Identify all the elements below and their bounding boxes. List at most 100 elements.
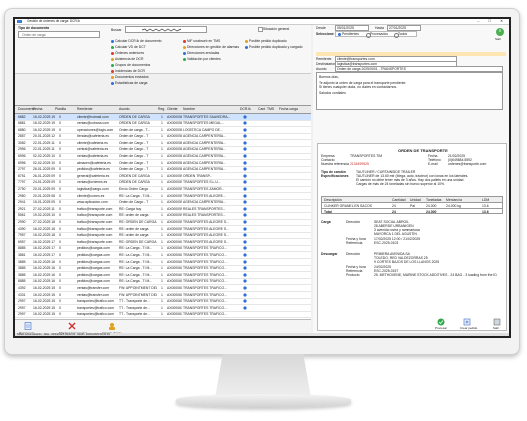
doc-type-field[interactable]: Orden de carga [18, 31, 100, 38]
toolbar-link[interactable]: Documentos enviados [111, 75, 149, 79]
table-cell: AX0000604 [167, 266, 182, 271]
toolbar-link[interactable]: Validación por clientes [183, 57, 221, 61]
table-row[interactable]: 2996 22-01-2025 11:02 0 central@cafeteria.e… [15, 147, 311, 154]
table-row[interactable]: 6881 16-02-2025 19:31 0 ventas@cobana.com OR… [15, 121, 311, 128]
column-header[interactable]: Cant [258, 107, 265, 111]
hasta-label: Hasta [375, 26, 384, 30]
table-row[interactable]: 8885 16-02-2025 16:10 0 pedidos@cargas.com R… [15, 279, 311, 286]
table-cell: transportes@trafico.com [77, 299, 114, 304]
column-header[interactable]: Remitente [77, 107, 92, 111]
order-document-preview: ORDEN DE TRANSPORTE Empresa TRANSPORTES … [317, 143, 507, 331]
table-row[interactable]: 3885 16-02-2025 16:41 0 pedidos@cargas.com R… [15, 266, 311, 273]
toolbar-link[interactable]: Incidencias de DCR [111, 69, 145, 73]
document-action[interactable]: Documento [19, 322, 34, 335]
table-cell: 3082 [18, 140, 26, 145]
table-cell: 0 [59, 114, 61, 119]
toolbar-link[interactable]: Órdenes anteriores [111, 51, 144, 55]
table-row[interactable]: 4331 16-02-2025 15:42 0 ventas@transfer.com… [15, 292, 311, 299]
table-cell: 1 [161, 200, 163, 205]
column-header[interactable]: Cliente [167, 107, 178, 111]
table-cell: 0 [59, 121, 61, 126]
table-cell: 16-02-2025 18:03 [33, 233, 55, 238]
column-header[interactable]: Nombre [183, 107, 195, 111]
create-order-icon [463, 318, 471, 326]
procesar-button[interactable]: Procesar [435, 318, 447, 330]
table-cell: TRANSPORTES ALEGRE S... [183, 226, 229, 231]
table-cell: pedidos@cargas.com [77, 272, 110, 277]
table-row[interactable]: 2797 26-01-2025 09:38 0 pedidos@cafeteria.e… [15, 167, 311, 174]
salir-button[interactable]: Salir [493, 318, 501, 330]
column-header[interactable]: Fecha carga [279, 107, 298, 111]
column-header[interactable]: DCR.lk [240, 107, 251, 111]
toolbar-link[interactable]: Posible pedido duplicado [245, 39, 287, 43]
column-header[interactable]: Reg. [158, 107, 165, 111]
table-row[interactable]: 4390 16-02-2025 18:05 0 trafico@transporte.… [15, 226, 311, 233]
table-row[interactable]: 4392 16-02-2025 15:55 0 ventas@transfer.com… [15, 285, 311, 293]
table-cell: TRANSPORTES TRAFICO... [183, 279, 227, 284]
column-header[interactable]: Asunto [119, 107, 130, 111]
delete-documents-action[interactable]: Eliminar documentos [59, 322, 87, 335]
dcr-status-icon [243, 141, 247, 146]
crear-pedido-button[interactable]: Crear pedido [460, 318, 477, 330]
table-row[interactable]: 8751 26-01-2025 09:32 0 general@cafeteria.e… [15, 173, 311, 180]
search-label: Buscar [111, 28, 122, 32]
column-header[interactable]: Planilla [55, 107, 66, 111]
table-row[interactable]: 2990 27-02-2025 18:17 0 trafico@transporte.… [15, 220, 311, 227]
table-cell: AGENCIA CARPENTERÍA... [183, 140, 226, 145]
table-row[interactable]: 2997 16-02-2025 15:30 0 transportes@trafico… [15, 299, 311, 306]
toolbar-link[interactable]: Calcular DCR.lk de documento [111, 39, 162, 43]
table-cell: operaciones@logis.com [77, 127, 114, 132]
table-row[interactable]: 7797 24-01-2025 09:21 0 ventas@ordenes.es OR… [15, 180, 311, 187]
table-row[interactable]: 8885 16-02-2025 17:31 0 pedidos@cargas.com R… [15, 246, 311, 253]
table-row[interactable]: 2950 20-01-2025 08:57 0 cliente@correo.es RE… [15, 193, 311, 200]
table-cell: 1 [161, 167, 163, 172]
toolbar-link[interactable]: Direcciones en gestión de alarmas [183, 45, 239, 49]
table-cell: TRANSPORTES ALEGRE S... [183, 239, 229, 244]
toolbar-link[interactable]: Posible pedido duplicado y cargado [245, 45, 303, 49]
email-body-line: Buenos días, [319, 75, 339, 79]
table-row[interactable]: 2997 16-02-2025 15:18 0 transportes@trafico… [15, 305, 311, 312]
table-row[interactable]: 2997 16-02-2025 15:04 0 transportes@trafico… [15, 312, 311, 319]
table-row[interactable]: 2921 27-02-2025 11:44 0 trafico@transporte.… [15, 206, 311, 213]
link-bullet-icon [111, 81, 114, 85]
search-input[interactable] [125, 26, 207, 33]
goods-table-cell: 24.000 kg [446, 203, 461, 208]
link-bullet-icon [111, 57, 114, 61]
table-row[interactable]: 3885 16-02-2025 16:57 0 pedidos@cargas.com R… [15, 259, 311, 266]
table-row[interactable]: 6880 16-02-2025 19:02 0 operaciones@logis.c… [15, 127, 311, 134]
table-row[interactable]: 6996 02-02-2025 10:54 0 ventas@cafeteria.es… [15, 154, 311, 161]
toolbar-link[interactable]: Calcular VD de DCT [111, 45, 146, 49]
toolbar-link[interactable]: Direcciones enviadas [183, 51, 219, 55]
table-row[interactable]: 5561 19-02-2025 10:09 0 trafico@transporte.… [15, 213, 311, 220]
table-row[interactable]: 3885 16-02-2025 16:22 0 pedidos@cargas.com R… [15, 272, 311, 279]
table-row[interactable]: 7957 16-02-2025 18:03 0 trafico@transporte.… [15, 233, 311, 240]
link-bullet-icon [111, 63, 114, 67]
table-row[interactable]: 3082 22-01-2025 11:21 0 cliente@cafeteria.e… [15, 140, 311, 147]
table-row[interactable]: 6957 16-02-2025 17:44 0 trafico@transporte.… [15, 239, 311, 246]
toolbar-link[interactable]: Estadísticas de carga [111, 81, 147, 85]
table-row[interactable]: 2857 20-01-2025 12:44 0 tiendas@cafeteria.e… [15, 134, 311, 141]
app-icon [17, 20, 22, 23]
radio-pendientes[interactable] [338, 32, 341, 36]
table-cell: TRANSPORTES SAAVEDRA... [183, 114, 231, 119]
column-header[interactable]: TMS [267, 107, 274, 111]
assign-client-action[interactable]: Asignar cliente [102, 322, 122, 335]
table-row[interactable]: 6996 02-02-2025 10:49 0 almacen@cafeteria.e… [15, 160, 311, 167]
window-controls[interactable]: – ☐ ✕ [477, 19, 507, 24]
toolbar-link[interactable]: Asistencia de DCR [111, 57, 143, 61]
table-cell: 27-02-2025 11:44 [33, 206, 55, 211]
table-cell: 0 [59, 173, 61, 178]
table-row[interactable]: 3881 16-02-2025 17:20 0 pedidos@cargas.com R… [15, 252, 311, 260]
salir-top-button[interactable]: Salir [495, 27, 505, 41]
email-body[interactable]: Buenos días, Te adjunto la orden de carg… [316, 72, 503, 110]
grid-rows: 6882 16-02-2025 19:44 0 cliente@hotmail.com… [15, 114, 311, 336]
column-header[interactable]: Fecha [33, 107, 42, 111]
toolbar-link[interactable]: NIF unabsorb en TMS [183, 39, 220, 43]
table-cell: AX0000609 [167, 299, 182, 304]
table-row[interactable]: 6882 16-02-2025 19:44 0 cliente@hotmail.com… [15, 114, 311, 121]
table-cell: transportes@trafico.com [77, 305, 114, 310]
link-bullet-icon [183, 57, 186, 61]
table-row[interactable]: 2750 20-01-2025 09:14 0 logistica@cargo.com… [15, 187, 311, 194]
table-row[interactable]: 2941 15-01-2025 09:53 0 www.aplicacion.com O… [15, 200, 311, 207]
toolbar-link[interactable]: Grupos de documentos [111, 63, 150, 67]
